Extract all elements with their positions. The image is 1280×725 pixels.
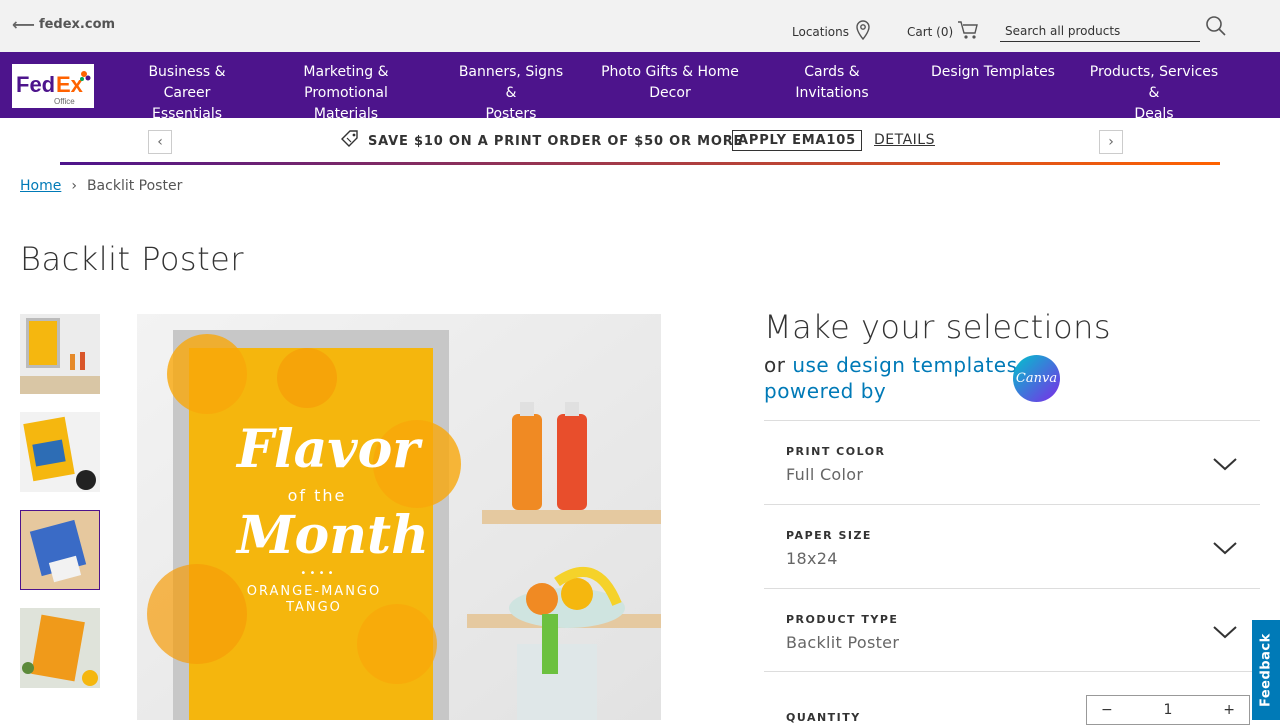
or-text: or: [764, 353, 786, 377]
feedback-tab[interactable]: Feedback: [1252, 620, 1280, 720]
cart-icon: [957, 20, 979, 43]
search-field: [1000, 20, 1200, 42]
nav-photo-gifts-line2: Decor: [649, 85, 691, 101]
quantity-stepper: − 1 +: [1086, 695, 1250, 725]
nav-photo-gifts-line1: Photo Gifts & Home: [601, 64, 739, 80]
nav-design-templates[interactable]: Design Templates: [930, 62, 1056, 83]
fedex-office-logo[interactable]: Fed Ex Office: [12, 64, 94, 108]
search-button[interactable]: [1202, 14, 1230, 42]
print-color-value: Full Color: [786, 465, 864, 484]
thumbnail-1-image: [20, 314, 100, 394]
back-link-label: fedex.com: [38, 17, 116, 32]
promo-code[interactable]: APPLY EMA105: [732, 130, 862, 151]
chevron-left-icon: ‹: [157, 134, 163, 150]
nav-photo-gifts[interactable]: Photo Gifts & Home Decor: [600, 62, 740, 104]
thumbnail-2[interactable]: [20, 412, 100, 492]
nav-design-templates-line1: Design Templates: [931, 64, 1055, 80]
thumbnail-3-image: [21, 511, 99, 589]
search-input[interactable]: [1000, 24, 1190, 38]
product-type-dropdown-button[interactable]: [1210, 619, 1240, 649]
poster-subtitle-1: ORANGE-MANGO: [246, 584, 382, 599]
locations-label: Locations: [792, 24, 850, 39]
nav-cards-line1: Cards & Invitations: [795, 64, 869, 101]
nav-marketing-line1: Marketing &: [303, 64, 389, 80]
top-utility-bar: ⟵ fedex.com Locations Cart (0): [0, 0, 1280, 52]
poster-dots: • • • •: [300, 568, 334, 579]
design-templates-link[interactable]: use design templates: [792, 353, 1017, 377]
location-pin-icon: [855, 20, 871, 43]
powered-by-text[interactable]: powered by: [764, 379, 886, 403]
print-color-label: PRINT COLOR: [786, 445, 886, 458]
back-arrow-icon: ⟵: [12, 15, 35, 34]
poster-subtitle-2: TANGO: [286, 600, 342, 615]
nav-cards-invitations[interactable]: Cards & Invitations: [767, 62, 897, 104]
breadcrumb-current: Backlit Poster: [86, 178, 183, 194]
paper-size-option[interactable]: PAPER SIZE 18x24: [764, 504, 1260, 588]
cart-link[interactable]: Cart (0): [907, 20, 979, 43]
svg-text:Ex: Ex: [56, 72, 84, 97]
back-to-fedex-link[interactable]: ⟵ fedex.com: [12, 15, 115, 34]
nav-business-career[interactable]: Business & Career Essentials: [125, 62, 249, 125]
main-navigation: Fed Ex Office Business & Career Essentia…: [0, 52, 1280, 122]
tag-icon: [340, 129, 360, 153]
nav-business-career-line1: Business & Career: [148, 64, 226, 101]
poster-headline-month: Month: [237, 505, 429, 566]
promo-prev-button[interactable]: ‹: [148, 130, 172, 154]
print-color-option[interactable]: PRINT COLOR Full Color: [764, 420, 1260, 504]
selections-title: Make your selections: [764, 308, 1112, 346]
paper-size-label: PAPER SIZE: [786, 529, 872, 542]
promo-text: SAVE $10 ON A PRINT ORDER OF $50 OR MORE: [368, 133, 744, 149]
svg-text:Fed: Fed: [16, 72, 55, 97]
svg-text:Office: Office: [54, 97, 75, 106]
nav-banners-signs[interactable]: Banners, Signs & Posters: [452, 62, 570, 125]
poster-headline-flavor: Flavor: [237, 419, 420, 480]
chevron-right-icon: ›: [1108, 134, 1114, 150]
chevron-down-icon: [1212, 624, 1238, 644]
chevron-down-icon: [1212, 456, 1238, 476]
page-title: Backlit Poster: [20, 240, 244, 278]
nav-banners-line1: Banners, Signs &: [458, 64, 564, 101]
promo-next-button[interactable]: ›: [1099, 130, 1123, 154]
quantity-value[interactable]: 1: [1164, 702, 1173, 718]
nav-products-services[interactable]: Products, Services & Deals: [1084, 62, 1224, 125]
main-product-image: Flavor of the Month • • • • ORANGE-MANGO…: [137, 314, 661, 720]
cart-label: Cart (0): [907, 24, 954, 39]
thumbnail-4-image: [20, 608, 100, 688]
thumbnail-4[interactable]: [20, 608, 100, 688]
search-icon: [1205, 15, 1227, 41]
thumbnail-1[interactable]: [20, 314, 100, 394]
quantity-decrease-button[interactable]: −: [1101, 702, 1113, 718]
nav-marketing[interactable]: Marketing & Promotional Materials: [270, 62, 422, 125]
product-type-label: PRODUCT TYPE: [786, 613, 899, 626]
promo-details-link[interactable]: DETAILS: [874, 132, 935, 148]
locations-link[interactable]: Locations: [792, 20, 871, 43]
product-type-value: Backlit Poster: [786, 633, 900, 652]
paper-size-value: 18x24: [786, 549, 838, 568]
brand-gradient-divider: [60, 162, 1220, 165]
poster-headline-of-the: of the: [287, 486, 347, 505]
promo-message: SAVE $10 ON A PRINT ORDER OF $50 OR MORE: [340, 129, 743, 153]
chevron-down-icon: [1212, 540, 1238, 560]
quantity-increase-button[interactable]: +: [1223, 702, 1235, 718]
breadcrumb: Home › Backlit Poster: [20, 178, 182, 194]
promo-banner: ‹ SAVE $10 ON A PRINT ORDER OF $50 OR MO…: [0, 118, 1280, 166]
canva-logo-button[interactable]: Canva: [1013, 355, 1060, 402]
print-color-dropdown-button[interactable]: [1210, 451, 1240, 481]
product-type-option[interactable]: PRODUCT TYPE Backlit Poster: [764, 588, 1260, 672]
breadcrumb-home-link[interactable]: Home: [20, 178, 61, 194]
design-templates-line: or use design templates powered by: [764, 352, 1018, 404]
quantity-label: QUANTITY: [786, 711, 861, 724]
paper-size-dropdown-button[interactable]: [1210, 535, 1240, 565]
chevron-right-icon: ›: [71, 178, 77, 194]
nav-products-line1: Products, Services &: [1089, 64, 1219, 101]
thumbnail-3-selected[interactable]: [20, 510, 100, 590]
thumbnail-2-image: [20, 412, 100, 492]
